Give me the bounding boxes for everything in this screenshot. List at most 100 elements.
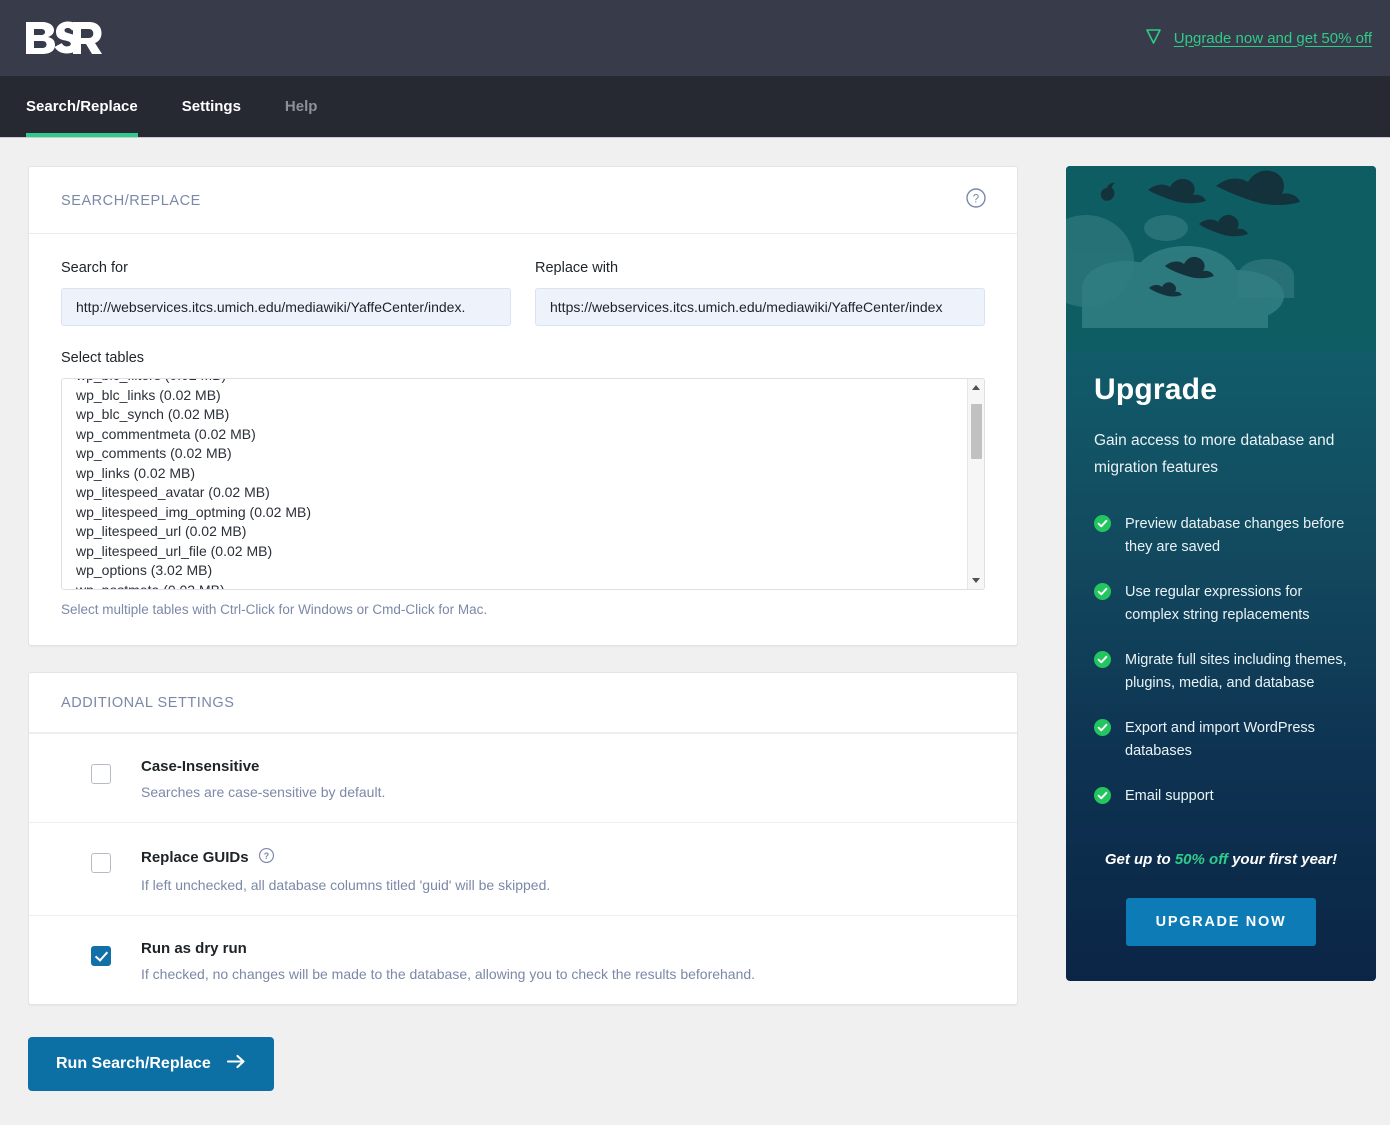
list-item[interactable]: wp_blc_filters (0.02 MB) xyxy=(76,379,984,386)
replace-guids-label-text: Replace GUIDs xyxy=(141,849,249,866)
run-search-replace-label: Run Search/Replace xyxy=(56,1055,211,1072)
replace-guids-label: Replace GUIDs ? xyxy=(141,847,550,868)
tab-settings[interactable]: Settings xyxy=(182,76,241,137)
tab-settings-label: Settings xyxy=(181,98,241,115)
svg-text:?: ? xyxy=(263,851,268,861)
search-replace-fields: Search for Replace with xyxy=(61,260,985,326)
additional-settings-title: ADDITIONAL SETTINGS xyxy=(61,695,235,711)
top-brand-bar: Upgrade now and get 50% off xyxy=(0,0,1390,76)
replace-field-group: Replace with xyxy=(535,260,985,326)
bsr-logo xyxy=(26,20,106,56)
replace-guids-checkbox[interactable] xyxy=(91,853,111,873)
case-insensitive-checkbox[interactable] xyxy=(91,764,111,784)
scrollbar-thumb[interactable] xyxy=(971,404,982,459)
select-tables-label: Select tables xyxy=(61,350,145,366)
setting-row-dry-run: Run as dry run If checked, no changes wi… xyxy=(29,915,1017,1004)
search-field-group: Search for xyxy=(61,260,511,326)
case-insensitive-label: Case-Insensitive xyxy=(141,758,385,775)
main-column: SEARCH/REPLACE ? Search for Replace with xyxy=(28,166,1018,1005)
search-replace-card-header: SEARCH/REPLACE ? xyxy=(29,167,1017,234)
list-item[interactable]: wp_litespeed_url_file (0.02 MB) xyxy=(76,542,984,562)
case-insensitive-texts: Case-Insensitive Searches are case-sensi… xyxy=(141,756,385,800)
list-item: Migrate full sites including themes, plu… xyxy=(1094,649,1348,694)
diamond-icon xyxy=(1144,28,1163,49)
check-circle-icon xyxy=(1094,583,1111,605)
run-action-bar: Run Search/Replace xyxy=(0,1005,1390,1091)
arrow-right-icon xyxy=(226,1054,246,1074)
upgrade-heading: Upgrade xyxy=(1094,373,1218,406)
dry-run-label-text: Run as dry run xyxy=(141,940,247,957)
tab-help-label: Help xyxy=(284,98,318,115)
feature-label: Use regular expressions for complex stri… xyxy=(1125,584,1310,623)
list-item[interactable]: wp_litespeed_img_optming (0.02 MB) xyxy=(76,503,984,523)
upsell-column: Upgrade Gain access to more database and… xyxy=(1066,166,1376,1005)
list-item[interactable]: wp_comments (0.02 MB) xyxy=(76,444,984,464)
promo-highlight: 50% off xyxy=(1174,851,1228,868)
page-content: SEARCH/REPLACE ? Search for Replace with xyxy=(0,138,1390,1005)
list-item: Use regular expressions for complex stri… xyxy=(1094,581,1348,626)
promo-suffix: your first year! xyxy=(1227,851,1338,868)
list-item[interactable]: wp_litespeed_avatar (0.02 MB) xyxy=(76,483,984,503)
main-nav: Search/Replace Settings Help xyxy=(0,76,1390,138)
birds-clouds-illustration xyxy=(1066,166,1376,351)
replace-with-label: Replace with xyxy=(535,260,619,276)
help-circle-icon[interactable]: ? xyxy=(258,847,275,868)
check-circle-icon xyxy=(1094,515,1111,537)
list-item[interactable]: wp_litespeed_url (0.02 MB) xyxy=(76,522,984,542)
tables-scrollbar[interactable] xyxy=(967,379,984,589)
feature-label: Preview database changes before they are… xyxy=(1125,516,1345,555)
upgrade-cta-wrap: UPGRADE NOW xyxy=(1094,898,1348,946)
check-circle-icon xyxy=(1094,651,1111,673)
feature-label: Export and import WordPress databases xyxy=(1125,720,1315,759)
scroll-down-arrow-icon[interactable] xyxy=(968,572,984,589)
tab-search-replace-label: Search/Replace xyxy=(26,98,138,115)
upgrade-subheading: Gain access to more database and migrati… xyxy=(1094,432,1335,477)
upgrade-now-label: Upgrade now and get 50% off xyxy=(1173,29,1372,47)
tab-help[interactable]: Help xyxy=(285,76,318,137)
promo-text: Get up to 50% off your first year! xyxy=(1094,851,1348,868)
list-item[interactable]: wp_options (3.02 MB) xyxy=(76,561,984,581)
search-replace-title: SEARCH/REPLACE xyxy=(61,192,201,209)
upgrade-now-link[interactable]: Upgrade now and get 50% off xyxy=(1144,28,1372,49)
case-insensitive-label-text: Case-Insensitive xyxy=(141,758,260,775)
feature-label: Email support xyxy=(1125,788,1214,804)
dry-run-desc: If checked, no changes will be made to t… xyxy=(141,966,756,982)
svg-text:?: ? xyxy=(973,194,979,206)
list-item[interactable]: wp_blc_synch (0.02 MB) xyxy=(76,405,984,425)
search-replace-card-body: Search for Replace with Select tables wp… xyxy=(29,234,1017,645)
upgrade-feature-list: Preview database changes before they are… xyxy=(1094,513,1348,809)
setting-row-replace-guids: Replace GUIDs ? If left unchecked, all d… xyxy=(29,822,1017,915)
list-item[interactable]: wp_commentmeta (0.02 MB) xyxy=(76,425,984,445)
dry-run-texts: Run as dry run If checked, no changes wi… xyxy=(141,938,755,982)
upgrade-now-button[interactable]: UPGRADE NOW xyxy=(1125,898,1317,946)
list-item[interactable]: wp_postmeta (0.02 MB) xyxy=(76,581,984,590)
list-item: Email support xyxy=(1094,785,1348,809)
dry-run-checkbox[interactable] xyxy=(91,946,111,966)
upgrade-panel-body: Upgrade Gain access to more database and… xyxy=(1066,373,1376,946)
list-item[interactable]: wp_links (0.02 MB) xyxy=(76,464,984,484)
list-item[interactable]: wp_blc_links (0.02 MB) xyxy=(76,386,984,406)
help-circle-icon[interactable]: ? xyxy=(965,187,987,214)
select-tables-hint: Select multiple tables with Ctrl-Click f… xyxy=(61,602,488,617)
replace-input[interactable] xyxy=(535,288,985,326)
bsr-logo-icon xyxy=(26,20,106,56)
promo-prefix: Get up to xyxy=(1104,851,1175,868)
check-circle-icon xyxy=(1094,787,1111,809)
dry-run-label: Run as dry run xyxy=(141,940,755,957)
search-replace-card: SEARCH/REPLACE ? Search for Replace with xyxy=(28,166,1018,646)
replace-guids-texts: Replace GUIDs ? If left unchecked, all d… xyxy=(141,845,550,893)
tab-search-replace[interactable]: Search/Replace xyxy=(26,76,138,137)
search-for-label: Search for xyxy=(61,260,128,276)
additional-settings-card: ADDITIONAL SETTINGS Case-Insensitive Sea… xyxy=(28,672,1018,1005)
list-item: Export and import WordPress databases xyxy=(1094,717,1348,762)
scroll-up-arrow-icon[interactable] xyxy=(968,379,984,396)
feature-label: Migrate full sites including themes, plu… xyxy=(1125,652,1347,691)
check-circle-icon xyxy=(1094,719,1111,741)
case-insensitive-desc: Searches are case-sensitive by default. xyxy=(141,784,386,800)
upgrade-panel: Upgrade Gain access to more database and… xyxy=(1066,166,1376,981)
additional-settings-header: ADDITIONAL SETTINGS xyxy=(29,673,1017,733)
tables-listbox[interactable]: wp_blc_filters (0.02 MB) wp_blc_links (0… xyxy=(61,378,985,590)
search-input[interactable] xyxy=(61,288,511,326)
list-item: Preview database changes before they are… xyxy=(1094,513,1348,558)
run-search-replace-button[interactable]: Run Search/Replace xyxy=(28,1037,274,1091)
